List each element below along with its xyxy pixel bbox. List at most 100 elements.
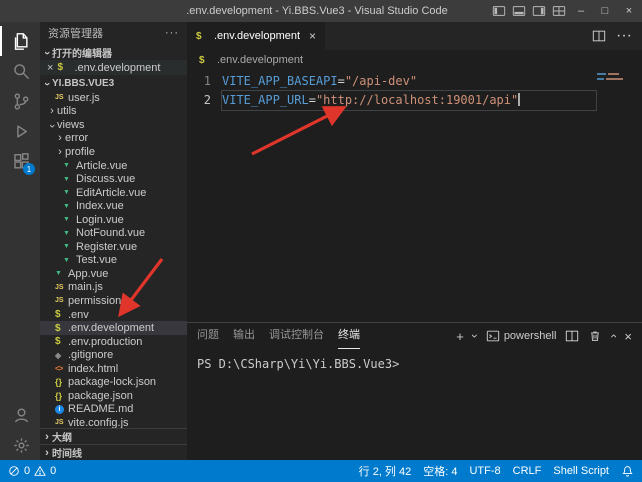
- panel-tab-输出[interactable]: 输出: [233, 323, 255, 349]
- file-name: .env.development: [68, 322, 154, 334]
- tree-item-Article.vue[interactable]: ▼Article.vue: [40, 159, 187, 173]
- close-window-button[interactable]: ×: [620, 5, 638, 17]
- close-tab-icon[interactable]: ×: [309, 29, 316, 43]
- close-panel-icon[interactable]: ×: [624, 329, 632, 344]
- toggle-panel-icon[interactable]: [512, 4, 526, 18]
- run-debug-icon[interactable]: [0, 116, 40, 146]
- problems-status[interactable]: 0 0: [8, 465, 56, 477]
- token-string: "/api-dev": [345, 74, 417, 88]
- md-file-icon: i: [55, 405, 64, 414]
- tree-item-user.js[interactable]: JSuser.js: [40, 91, 187, 105]
- split-terminal-icon[interactable]: [565, 329, 579, 343]
- settings-gear-icon[interactable]: [0, 430, 40, 460]
- cursor-position[interactable]: 行 2, 列 42: [359, 463, 412, 479]
- tree-item-vite.config.js[interactable]: JSvite.config.js: [40, 416, 187, 428]
- split-editor-icon[interactable]: [592, 29, 606, 43]
- chevron-right-icon: ›: [42, 447, 52, 459]
- tab-env-development[interactable]: $ .env.development ×: [187, 22, 325, 50]
- search-icon[interactable]: [0, 56, 40, 86]
- eol-selector[interactable]: CRLF: [513, 465, 542, 477]
- tree-item-error[interactable]: ›error: [40, 132, 187, 146]
- file-name: Index.vue: [76, 200, 124, 212]
- explorer-icon[interactable]: [0, 26, 40, 56]
- breadcrumb[interactable]: $ .env.development: [187, 50, 642, 70]
- file-name: NotFound.vue: [76, 227, 145, 239]
- extensions-icon[interactable]: 1: [0, 146, 40, 176]
- tree-item-Register.vue[interactable]: ▼Register.vue: [40, 240, 187, 254]
- customize-layout-icon[interactable]: [552, 4, 566, 18]
- minimap-line: [597, 73, 639, 75]
- chevron-right-icon: ›: [47, 105, 57, 117]
- js-file-icon: JS: [55, 94, 68, 101]
- vue-file-icon: ▼: [63, 176, 76, 183]
- more-actions-icon[interactable]: ···: [165, 27, 179, 39]
- language-mode[interactable]: Shell Script: [553, 465, 609, 477]
- line-content: VITE_APP_BASEAPI="/api-dev": [222, 72, 596, 91]
- vue-file-icon: ▼: [63, 216, 76, 223]
- panel-tab-调试控制台[interactable]: 调试控制台: [269, 323, 324, 349]
- tree-item-package.json[interactable]: {}package.json: [40, 389, 187, 403]
- tree-item-main.js[interactable]: JSmain.js: [40, 281, 187, 295]
- new-terminal-icon[interactable]: +: [456, 329, 464, 344]
- toggle-secondary-sidebar-icon[interactable]: [532, 4, 546, 18]
- shell-picker[interactable]: powershell: [486, 329, 557, 343]
- project-section-header[interactable]: › YI.BBS.VUE3: [40, 75, 187, 91]
- maximize-button[interactable]: □: [596, 5, 614, 17]
- sidebar-header: 资源管理器 ···: [40, 22, 187, 44]
- git-file-icon: ◆: [55, 351, 68, 360]
- chevron-up-icon[interactable]: ›: [606, 334, 620, 338]
- more-actions-icon[interactable]: ···: [616, 27, 632, 45]
- tree-item-.env[interactable]: $.env: [40, 308, 187, 322]
- tree-item-utils[interactable]: ›utils: [40, 105, 187, 119]
- tree-item-Discuss.vue[interactable]: ▼Discuss.vue: [40, 172, 187, 186]
- tree-item-README.md[interactable]: iREADME.md: [40, 403, 187, 417]
- open-editor-item[interactable]: × $ .env.development: [40, 60, 187, 75]
- minimap[interactable]: [597, 73, 639, 83]
- terminal-icon: [486, 329, 500, 343]
- panel-tab-终端[interactable]: 终端: [338, 323, 360, 349]
- tree-item-package-lock.json[interactable]: {}package-lock.json: [40, 375, 187, 389]
- tree-item-.env.development[interactable]: $.env.development: [40, 321, 187, 335]
- tree-item-.env.production[interactable]: $.env.production: [40, 335, 187, 349]
- file-name: package-lock.json: [68, 376, 156, 388]
- notifications-bell-icon[interactable]: [621, 465, 634, 478]
- code-line-2[interactable]: 2VITE_APP_URL="http://localhost:19001/ap…: [187, 91, 642, 110]
- account-icon[interactable]: [0, 400, 40, 430]
- editor[interactable]: 1VITE_APP_BASEAPI="/api-dev"2VITE_APP_UR…: [187, 70, 642, 322]
- toggle-sidebar-icon[interactable]: [492, 4, 506, 18]
- tree-item-App.vue[interactable]: ▼App.vue: [40, 267, 187, 281]
- tree-item-views[interactable]: ›views: [40, 118, 187, 132]
- env-file-icon: $: [55, 336, 68, 347]
- trash-icon[interactable]: [588, 329, 602, 343]
- tree-item-index.html[interactable]: <>index.html: [40, 362, 187, 376]
- indentation[interactable]: 空格: 4: [423, 463, 457, 479]
- encoding[interactable]: UTF-8: [469, 465, 500, 477]
- close-icon[interactable]: ×: [47, 62, 53, 74]
- source-control-icon[interactable]: [0, 86, 40, 116]
- minimize-button[interactable]: –: [572, 5, 590, 17]
- tree-item-EditArticle.vue[interactable]: ▼EditArticle.vue: [40, 186, 187, 200]
- minimap-line: [597, 78, 639, 80]
- js-file-icon: JS: [55, 284, 68, 291]
- chevron-right-icon: ›: [55, 146, 65, 158]
- html-file-icon: <>: [55, 364, 68, 373]
- shell-label: powershell: [504, 330, 557, 342]
- tree-item-Index.vue[interactable]: ▼Index.vue: [40, 199, 187, 213]
- terminal[interactable]: PS D:\CSharp\Yi\Yi.BBS.Vue3>: [187, 349, 642, 460]
- workbench: 1 资源管理器 ··· › 打开的编辑器 × $ .env.developmen…: [0, 22, 642, 460]
- tree-item-Test.vue[interactable]: ▼Test.vue: [40, 254, 187, 268]
- tree-item-Login.vue[interactable]: ▼Login.vue: [40, 213, 187, 227]
- chevron-down-icon[interactable]: ›: [468, 334, 482, 338]
- outline-section[interactable]: › 大纲: [40, 428, 187, 444]
- panel-tab-问题[interactable]: 问题: [197, 323, 219, 349]
- terminal-prompt-line: PS D:\CSharp\Yi\Yi.BBS.Vue3>: [197, 357, 642, 371]
- tree-item-.gitignore[interactable]: ◆.gitignore: [40, 348, 187, 362]
- file-name: Login.vue: [76, 214, 124, 226]
- code-line-1[interactable]: 1VITE_APP_BASEAPI="/api-dev": [187, 72, 642, 91]
- open-editors-header[interactable]: › 打开的编辑器: [40, 44, 187, 60]
- tab-label: .env.development: [214, 30, 300, 42]
- timeline-section[interactable]: › 时间线: [40, 444, 187, 460]
- tree-item-NotFound.vue[interactable]: ▼NotFound.vue: [40, 226, 187, 240]
- tree-item-permission.js[interactable]: JSpermission.js: [40, 294, 187, 308]
- tree-item-profile[interactable]: ›profile: [40, 145, 187, 159]
